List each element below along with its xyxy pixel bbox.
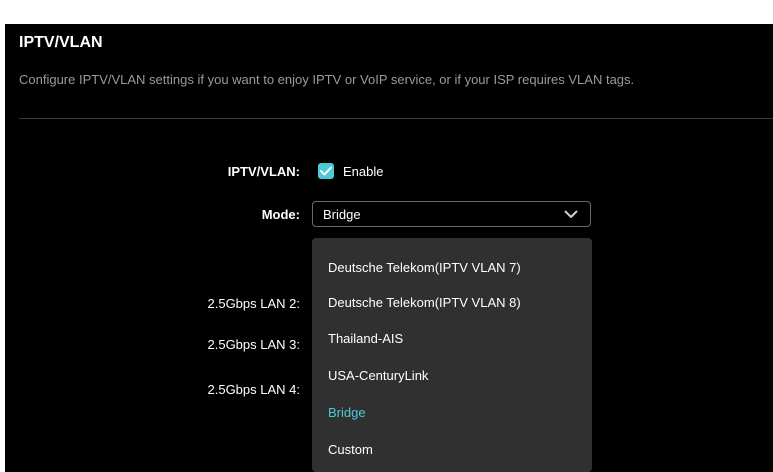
chevron-down-icon — [564, 210, 578, 218]
section-divider — [19, 118, 773, 119]
mode-select-value: Bridge — [323, 207, 361, 222]
mode-option-dt-vlan8[interactable]: Deutsche Telekom(IPTV VLAN 8) — [328, 295, 521, 310]
mode-option-bridge[interactable]: Bridge — [328, 405, 366, 420]
lan3-label: 2.5Gbps LAN 3: — [207, 337, 301, 352]
enable-label: Enable — [343, 164, 384, 179]
mode-select[interactable]: Bridge — [312, 201, 591, 227]
iptv-vlan-label: IPTV/VLAN: — [227, 164, 300, 179]
mode-option-thailand-ais[interactable]: Thailand-AIS — [328, 331, 403, 346]
checkmark-icon — [320, 166, 332, 176]
lan2-label: 2.5Gbps LAN 2: — [207, 296, 301, 311]
lan4-label: 2.5Gbps LAN 4: — [207, 382, 301, 397]
mode-option-custom[interactable]: Custom — [328, 442, 373, 457]
mode-dropdown-menu: Deutsche Telekom(IPTV VLAN 7) Deutsche T… — [312, 238, 592, 472]
mode-label: Mode: — [261, 207, 300, 222]
section-description: Configure IPTV/VLAN settings if you want… — [19, 72, 635, 87]
mode-option-usa-centurylink[interactable]: USA-CenturyLink — [328, 368, 428, 383]
section-title: IPTV/VLAN — [19, 34, 103, 51]
enable-checkbox[interactable] — [318, 163, 334, 179]
mode-option-dt-vlan7[interactable]: Deutsche Telekom(IPTV VLAN 7) — [328, 260, 521, 275]
iptv-vlan-panel: IPTV/VLAN Configure IPTV/VLAN settings i… — [5, 24, 773, 472]
